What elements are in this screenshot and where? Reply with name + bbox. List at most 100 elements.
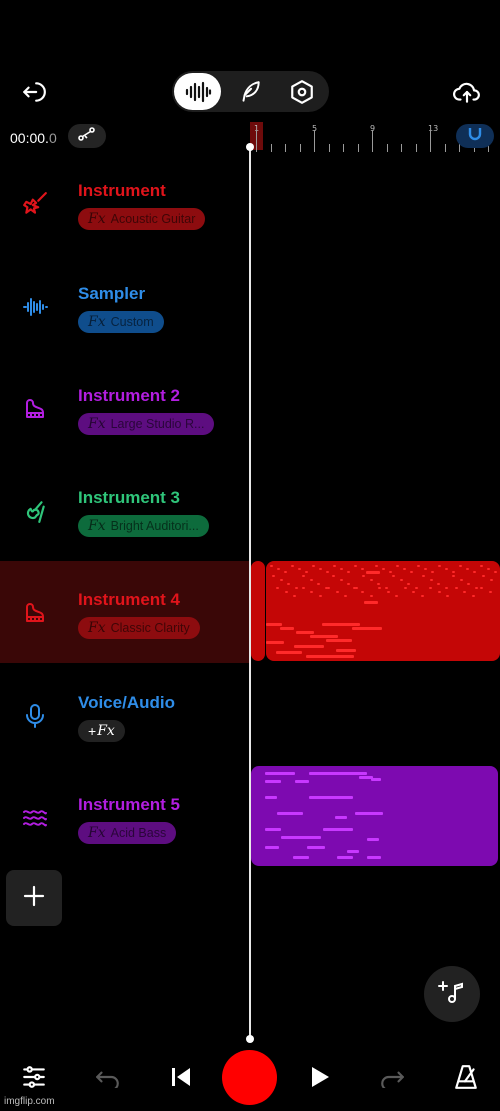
- track-row[interactable]: Instrument 3 Fx Bright Auditori...: [0, 459, 250, 561]
- track-fx-button[interactable]: + Fx: [78, 720, 125, 742]
- lyrics-quill-icon[interactable]: [224, 71, 276, 112]
- midi-note: [446, 595, 449, 597]
- midi-note: [296, 631, 314, 634]
- midi-note: [494, 571, 497, 573]
- midi-clip-instrument-4-a[interactable]: [251, 561, 265, 661]
- midi-note: [407, 583, 410, 585]
- track-fx-button[interactable]: Fx Custom: [78, 311, 164, 333]
- midi-note: [281, 836, 321, 839]
- snap-button[interactable]: [456, 124, 494, 148]
- track-name[interactable]: Voice/Audio: [78, 693, 175, 713]
- settings-hexagon-icon[interactable]: [276, 71, 328, 112]
- midi-note: [277, 812, 303, 815]
- midi-note: [298, 568, 301, 570]
- playhead-top-handle[interactable]: [246, 143, 254, 151]
- midi-clip-instrument-4-b[interactable]: [266, 561, 500, 661]
- tracks-view-waveform-icon[interactable]: [172, 71, 224, 112]
- midi-note: [367, 838, 379, 841]
- midi-note: [467, 583, 470, 585]
- track-fx-button[interactable]: Fx Classic Clarity: [78, 617, 200, 639]
- mixer-sliders-icon[interactable]: [18, 1061, 50, 1093]
- midi-note: [302, 575, 305, 577]
- track-row[interactable]: Instrument 4 Fx Classic Clarity: [0, 561, 250, 663]
- midi-note: [473, 571, 476, 573]
- midi-note: [364, 601, 378, 604]
- timecode-fraction: 0: [48, 130, 57, 146]
- playhead-bottom-handle[interactable]: [246, 1035, 254, 1043]
- electric-guitar-icon[interactable]: [20, 189, 50, 219]
- track-fx-button[interactable]: Fx Large Studio R...: [78, 413, 215, 435]
- midi-note: [452, 575, 455, 577]
- midi-note: [265, 772, 295, 775]
- record-button[interactable]: [222, 1050, 277, 1105]
- track-row[interactable]: Instrument 5 Fx Acid Bass: [0, 766, 250, 868]
- track-row[interactable]: Instrument Fx Acoustic Guitar: [0, 152, 250, 254]
- midi-note: [444, 587, 448, 589]
- midi-note: [474, 587, 478, 589]
- skip-to-start-icon[interactable]: [165, 1061, 197, 1093]
- automation-button[interactable]: [68, 124, 106, 148]
- midi-clip-instrument-5[interactable]: [251, 766, 498, 866]
- track-fx-button[interactable]: Fx Acoustic Guitar: [78, 208, 206, 230]
- metronome-icon[interactable]: [450, 1061, 482, 1093]
- view-mode-switcher: [172, 71, 329, 112]
- fx-prefix: Fx: [88, 211, 106, 227]
- track-name[interactable]: Sampler: [78, 284, 145, 304]
- midi-note: [265, 846, 279, 849]
- track-fx-button[interactable]: Fx Bright Auditori...: [78, 515, 209, 537]
- cloud-upload-icon[interactable]: [450, 76, 484, 108]
- track-row[interactable]: Instrument 2 Fx Large Studio R...: [0, 357, 250, 459]
- add-track-button[interactable]: [6, 870, 62, 926]
- plus-icon: [22, 884, 46, 913]
- track-fx-button[interactable]: Fx Acid Bass: [78, 822, 177, 844]
- grand-piano-icon[interactable]: [20, 394, 50, 424]
- midi-note: [309, 796, 353, 799]
- track-name[interactable]: Instrument 4: [78, 590, 180, 610]
- midi-note: [309, 772, 367, 775]
- midi-note: [438, 565, 441, 567]
- undo-icon[interactable]: [92, 1061, 124, 1093]
- midi-note: [403, 568, 406, 570]
- add-note-button[interactable]: [424, 966, 480, 1022]
- midi-note: [452, 571, 455, 573]
- playhead-line[interactable]: [249, 146, 251, 1040]
- waveform-icon[interactable]: [20, 292, 50, 322]
- midi-note: [420, 595, 424, 597]
- midi-note: [277, 568, 280, 570]
- violin-icon[interactable]: [20, 496, 50, 526]
- track-name[interactable]: Instrument 2: [78, 386, 180, 406]
- timecode-main: 00:00.: [10, 130, 49, 146]
- play-icon[interactable]: [304, 1061, 336, 1093]
- redo-icon[interactable]: [376, 1061, 408, 1093]
- midi-note: [327, 587, 330, 589]
- midi-note: [454, 587, 458, 589]
- midi-note: [412, 591, 415, 593]
- midi-note: [322, 623, 360, 626]
- midi-note: [335, 816, 347, 819]
- exit-icon[interactable]: [18, 76, 50, 108]
- midi-note: [352, 627, 382, 630]
- grand-piano-icon[interactable]: [20, 598, 50, 628]
- midi-note: [323, 828, 353, 831]
- midi-note: [318, 595, 322, 597]
- midi-note: [272, 575, 275, 577]
- midi-note: [339, 579, 343, 581]
- track-row[interactable]: Sampler Fx Custom: [0, 255, 250, 357]
- waves-icon[interactable]: [20, 803, 50, 833]
- ruler-tick: [328, 144, 330, 152]
- fx-preset-label: Large Studio R...: [110, 417, 205, 431]
- track-name[interactable]: Instrument 5: [78, 795, 180, 815]
- midi-note: [317, 583, 320, 585]
- microphone-icon[interactable]: [20, 701, 50, 731]
- ruler-tick: [415, 144, 417, 152]
- midi-note: [305, 571, 308, 573]
- track-row[interactable]: Voice/Audio + Fx: [0, 664, 250, 766]
- ruler-tick: [270, 144, 272, 152]
- ruler-tick: [444, 144, 446, 152]
- midi-note: [361, 568, 364, 570]
- track-name[interactable]: Instrument: [78, 181, 166, 201]
- track-name[interactable]: Instrument 3: [78, 488, 180, 508]
- midi-note: [389, 571, 392, 573]
- midi-note: [332, 575, 335, 577]
- fx-preset-label: Custom: [110, 315, 154, 329]
